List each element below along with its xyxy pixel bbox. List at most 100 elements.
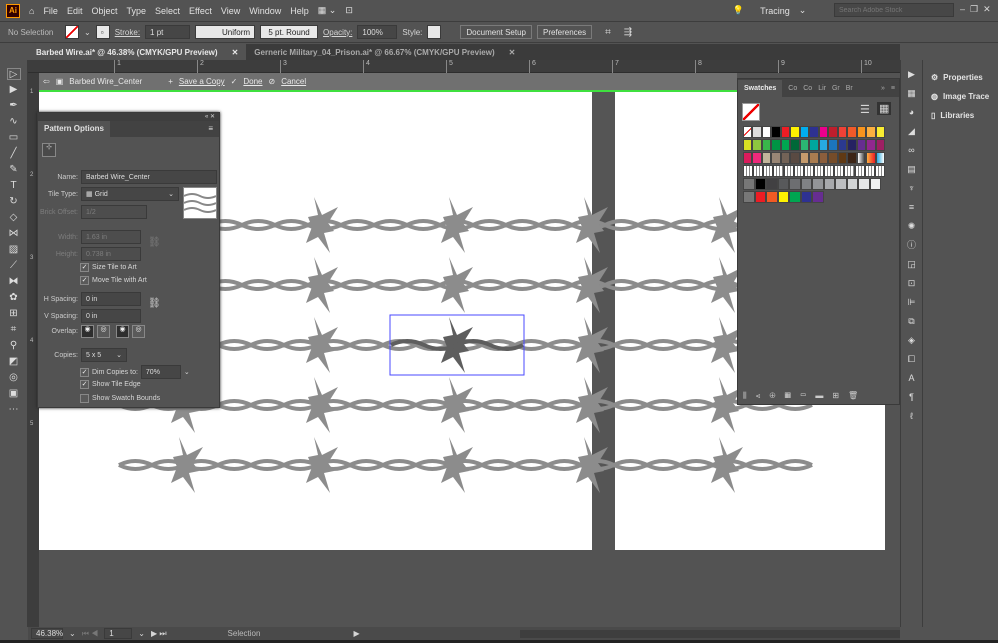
swatch[interactable] xyxy=(847,152,857,164)
swatch[interactable] xyxy=(790,126,800,138)
rectangle-tool-icon[interactable]: ▭ xyxy=(7,132,21,144)
swatch[interactable] xyxy=(766,191,778,203)
swatch[interactable] xyxy=(780,152,791,164)
color-icon[interactable]: ◕ xyxy=(906,107,918,117)
menu-effect[interactable]: Effect xyxy=(189,6,212,16)
swatch[interactable] xyxy=(789,178,801,190)
save-copy-button[interactable]: Save a Copy xyxy=(179,77,225,86)
pen-tool-icon[interactable]: ✒ xyxy=(7,100,21,112)
width-tool-icon[interactable]: ⋈ xyxy=(7,228,21,240)
swatch[interactable] xyxy=(743,152,753,164)
stroke-weight-field[interactable]: 1 pt xyxy=(145,25,191,39)
swatch[interactable] xyxy=(818,126,829,138)
zoom-field[interactable]: 46.38% xyxy=(31,628,63,639)
fill-swatch[interactable] xyxy=(742,103,760,121)
bottom-in-front-icon[interactable]: ◎ xyxy=(132,325,145,338)
stock-search-input[interactable] xyxy=(834,3,954,17)
swatch[interactable] xyxy=(812,191,824,203)
swatch[interactable] xyxy=(813,165,825,177)
swatch[interactable] xyxy=(864,165,875,177)
swatch[interactable] xyxy=(818,152,829,164)
links-icon[interactable]: ∞ xyxy=(906,145,918,155)
selection-tool-icon[interactable]: ▷ xyxy=(6,68,21,80)
gradient-icon[interactable]: ▤ xyxy=(906,164,918,174)
brushes-icon[interactable]: ♆ xyxy=(906,183,918,193)
share-icon[interactable]: ⋖ xyxy=(756,391,770,400)
select-similar-icon[interactable]: ⌗ xyxy=(605,27,611,38)
swatch[interactable] xyxy=(856,152,867,164)
swatch[interactable] xyxy=(847,126,857,138)
right-in-front-icon[interactable]: ◎ xyxy=(97,325,110,338)
swatches-icon[interactable]: ▦ xyxy=(906,88,918,98)
close-icon[interactable]: « ✕ xyxy=(205,113,215,120)
swatch[interactable] xyxy=(777,191,789,203)
align-icon[interactable]: ⊫ xyxy=(906,297,918,307)
tab-color[interactable]: Co xyxy=(788,85,797,92)
tab-libraries[interactable]: Lir xyxy=(818,85,826,92)
zoom-tool-icon[interactable]: ⚲ xyxy=(7,340,21,352)
close-icon[interactable]: ✕ xyxy=(232,48,239,57)
swatch-options-icon[interactable]: ▭ xyxy=(800,391,815,400)
stroke-swatch[interactable]: ▫ xyxy=(95,25,110,39)
swatch[interactable] xyxy=(874,165,885,177)
swatch[interactable] xyxy=(800,191,812,203)
more-tools-icon[interactable]: ⋯ xyxy=(7,404,21,416)
swatch[interactable] xyxy=(773,165,784,177)
swatch[interactable] xyxy=(846,178,858,190)
swatch[interactable] xyxy=(752,126,762,138)
name-input[interactable]: Barbed Wire_Center xyxy=(81,170,217,184)
swatch[interactable] xyxy=(783,165,794,177)
swatch[interactable] xyxy=(837,126,848,138)
window-controls[interactable]: – ❐ ✕ xyxy=(960,4,991,15)
eraser-tool-icon[interactable]: ◇ xyxy=(7,212,21,224)
swatch[interactable] xyxy=(799,152,810,164)
slice-tool-icon[interactable]: ⌗ xyxy=(7,324,21,336)
fill-swatch[interactable] xyxy=(65,25,79,39)
pathfinder-icon[interactable]: ⧉ xyxy=(906,316,918,326)
swatch[interactable] xyxy=(824,165,835,177)
swatch[interactable] xyxy=(837,152,848,164)
tab-swatches[interactable]: Swatches xyxy=(738,79,783,97)
new-swatch-icon[interactable]: ⊞ xyxy=(832,391,848,400)
swatch[interactable] xyxy=(844,165,855,177)
stroke-label[interactable]: Stroke: xyxy=(115,28,140,37)
properties-panel-button[interactable]: ⚙ Properties xyxy=(923,68,998,87)
swatch[interactable] xyxy=(754,178,766,190)
swatch[interactable] xyxy=(809,126,819,138)
artboard-tool-icon[interactable]: ⊞ xyxy=(7,308,21,320)
swatch[interactable] xyxy=(858,178,870,190)
swatch[interactable] xyxy=(761,126,772,138)
copies-select[interactable]: 5 x 5 ⌄ xyxy=(81,348,127,362)
swatch[interactable] xyxy=(875,139,886,151)
style-swatch[interactable] xyxy=(427,25,442,39)
swatch[interactable] xyxy=(771,126,781,138)
chevron-down-icon[interactable]: ⌄ xyxy=(799,5,807,16)
swatch[interactable] xyxy=(800,178,812,190)
opacity-label[interactable]: Opacity: xyxy=(323,28,352,37)
next-artboard-icon[interactable]: ▶ ⏭ xyxy=(151,629,167,639)
tab-brushes[interactable]: Br xyxy=(846,85,853,92)
libraries-panel-button[interactable]: ▯ Libraries xyxy=(923,106,998,125)
lightbulb-icon[interactable]: 💡 xyxy=(733,5,744,16)
variable-width-profile[interactable]: Uniform xyxy=(195,25,256,39)
swatch[interactable] xyxy=(790,152,800,164)
horizontal-scrollbar[interactable] xyxy=(520,629,900,638)
chevron-down-icon[interactable]: ⌄ xyxy=(84,28,91,37)
top-in-front-icon[interactable]: ◉ xyxy=(116,325,129,338)
swatch[interactable] xyxy=(823,178,835,190)
swatch[interactable] xyxy=(789,191,801,203)
appearance-icon[interactable]: ✺ xyxy=(906,221,918,231)
preferences-button[interactable]: Preferences xyxy=(537,25,593,39)
swatch[interactable] xyxy=(766,178,778,190)
tile-type-select[interactable]: ▦ Grid ⌄ xyxy=(81,187,179,201)
tab-barbed-wire[interactable]: Barbed Wire.ai* @ 46.38% (CMYK/GPU Previ… xyxy=(28,44,247,60)
chevron-down-icon[interactable]: ⌄ xyxy=(69,629,76,638)
swatch[interactable] xyxy=(837,139,848,151)
menu-object[interactable]: Object xyxy=(91,6,117,16)
swatch[interactable] xyxy=(866,152,876,164)
panel-menu-icon[interactable]: ≡ xyxy=(891,85,895,92)
artboard-field[interactable]: 1 xyxy=(104,628,133,639)
menu-window[interactable]: Window xyxy=(249,6,281,16)
play-icon[interactable]: ▶ xyxy=(906,69,918,79)
gpu-icon[interactable]: ⊡ xyxy=(345,5,353,16)
